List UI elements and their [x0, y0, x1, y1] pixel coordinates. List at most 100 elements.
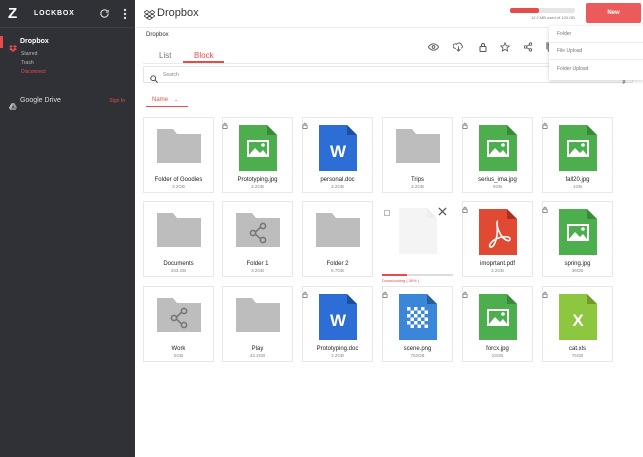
file-size: 3.2GB — [172, 184, 185, 189]
sidebar-item-starred[interactable]: Starred — [21, 51, 37, 57]
active-marker — [0, 36, 3, 48]
account-name: Google Drive — [20, 97, 61, 104]
file-card[interactable]: Documents 333.GB — [143, 201, 214, 277]
file-name: Folder 2 — [326, 261, 349, 267]
sort-dropdown[interactable]: Name ⌄ — [146, 96, 188, 107]
file-size: 43.2GB — [249, 353, 266, 358]
page-title: Dropbox — [157, 7, 199, 19]
file-name: Play — [251, 346, 264, 352]
file-card[interactable]: Folder 1 3.2GB — [222, 201, 293, 277]
lock-icon[interactable] — [542, 285, 548, 303]
file-name: cat.xls — [568, 346, 586, 352]
dropbox-icon — [9, 39, 17, 57]
shared-folder-icon — [235, 209, 280, 252]
file-name: Work — [171, 346, 186, 352]
lock-icon[interactable] — [382, 285, 388, 303]
tab-block[interactable]: Block — [194, 51, 214, 60]
account-name: Dropbox — [20, 38, 49, 45]
png-file-icon — [398, 294, 437, 345]
svg-text:W: W — [329, 311, 346, 330]
file-size: 1GB — [572, 184, 582, 189]
menu-item-file-upload[interactable]: File Upload — [549, 43, 643, 60]
file-card[interactable]: W Prototyping.doc 3.2GB — [302, 286, 373, 362]
file-size: 5GB — [173, 353, 183, 358]
tab-list[interactable]: List — [159, 51, 171, 60]
eye-icon[interactable] — [427, 41, 439, 53]
star-icon[interactable] — [499, 41, 511, 53]
sign-in-link[interactable]: Sign In — [109, 98, 125, 104]
new-button[interactable]: New — [586, 3, 641, 23]
lock-icon[interactable] — [302, 285, 308, 303]
file-size: 3.2GB — [491, 268, 504, 273]
lock-icon[interactable] — [477, 41, 489, 53]
folder-icon — [156, 209, 201, 252]
file-name: Folder of Goodies — [154, 177, 203, 183]
file-card[interactable]: Work 5GB — [143, 286, 214, 362]
file-card[interactable]: Folder 2 6.7GB — [302, 201, 373, 277]
sidebar-account-google-drive[interactable]: Google Drive Sign In — [0, 96, 135, 110]
file-name: serius_ima.jpg — [478, 177, 517, 183]
file-size: 333.GB — [170, 268, 187, 273]
app-logo: Z — [8, 5, 18, 22]
file-card[interactable]: Trips 3.2GB — [382, 117, 453, 193]
file-name: forcx.jpg — [486, 346, 509, 352]
folder-icon — [235, 294, 280, 337]
lock-icon[interactable] — [462, 285, 468, 303]
file-size: 3.2GB — [331, 353, 344, 358]
lock-icon[interactable] — [542, 200, 548, 218]
file-card[interactable]: Prototyping.jpg 3.2GB — [222, 117, 293, 193]
lock-icon[interactable] — [462, 116, 468, 134]
file-card[interactable]: serius_ima.jpg 5GB — [462, 117, 533, 193]
file-name: Prototyping.doc — [316, 346, 359, 352]
file-card[interactable]: fall20.jpg 1GB — [542, 117, 613, 193]
sidebar-header: Z LOCKBOX — [0, 0, 135, 28]
file-name: Folder 1 — [246, 261, 269, 267]
lock-icon[interactable] — [302, 116, 308, 134]
file-name: Documents — [163, 261, 194, 267]
download-progress — [382, 274, 453, 276]
file-card[interactable]: spring.jpg 36GB — [542, 201, 613, 277]
app-brand: LOCKBOX — [34, 10, 75, 17]
menu-item-folder-upload[interactable]: Folder Upload — [549, 60, 643, 77]
lock-icon[interactable] — [542, 116, 548, 134]
file-card[interactable]: imoprtant.pdf 3.2GB — [462, 201, 533, 277]
file-name: fall20.jpg — [565, 177, 590, 183]
file-size: 3.2GB — [251, 268, 264, 273]
shared-folder-icon — [156, 294, 201, 337]
sidebar-account-dropbox[interactable]: Dropbox Starred Trash Disconnect — [0, 36, 135, 84]
xls-file-icon: X — [558, 294, 597, 345]
file-name: spring.jpg — [564, 261, 591, 267]
file-size: 3.2GB — [251, 184, 264, 189]
file-card[interactable]: scene.png 762GB — [382, 286, 453, 362]
folder-icon — [395, 125, 440, 168]
top-bar: Dropbox 12.2 MB used of 100 GB New — [135, 0, 643, 28]
file-card[interactable]: Wpersonal.doc 3.2GB — [302, 117, 373, 193]
file-size: 6.7GB — [331, 268, 344, 273]
lock-icon[interactable] — [222, 116, 228, 134]
cloud-download-icon[interactable] — [452, 41, 464, 53]
image-file-icon — [238, 125, 277, 176]
sidebar: Z LOCKBOX Dropbox Starred Trash Disconne… — [0, 0, 135, 457]
sync-icon[interactable] — [98, 7, 111, 20]
file-card[interactable]: Xcat.xls 75GB — [542, 286, 613, 362]
storage-text: 12.2 MB used of 100 GB — [531, 15, 575, 20]
search-input[interactable] — [163, 69, 543, 80]
sidebar-item-trash[interactable]: Trash — [21, 60, 34, 66]
more-vert-icon[interactable] — [118, 7, 131, 20]
close-icon[interactable] — [438, 203, 447, 221]
breadcrumb[interactable]: Dropbox — [146, 32, 169, 38]
file-size: 3.2GB — [331, 184, 344, 189]
menu-item-folder[interactable]: Folder — [549, 26, 643, 43]
file-card[interactable]: forcx.jpg 23GB — [462, 286, 533, 362]
file-card[interactable]: Folder of Goodies 3.2GB — [143, 117, 214, 193]
checkbox-icon[interactable] — [384, 203, 390, 221]
file-card[interactable]: Play 43.2GB — [222, 286, 293, 362]
file-size: 762GB — [410, 353, 425, 358]
storage-bar — [510, 8, 575, 13]
search-icon — [150, 70, 158, 88]
file-name: scene.png — [403, 346, 432, 352]
file-icon — [399, 208, 437, 259]
lock-icon[interactable] — [462, 200, 468, 218]
share-icon[interactable] — [522, 41, 534, 53]
disconnect-link[interactable]: Disconnect — [21, 69, 46, 75]
